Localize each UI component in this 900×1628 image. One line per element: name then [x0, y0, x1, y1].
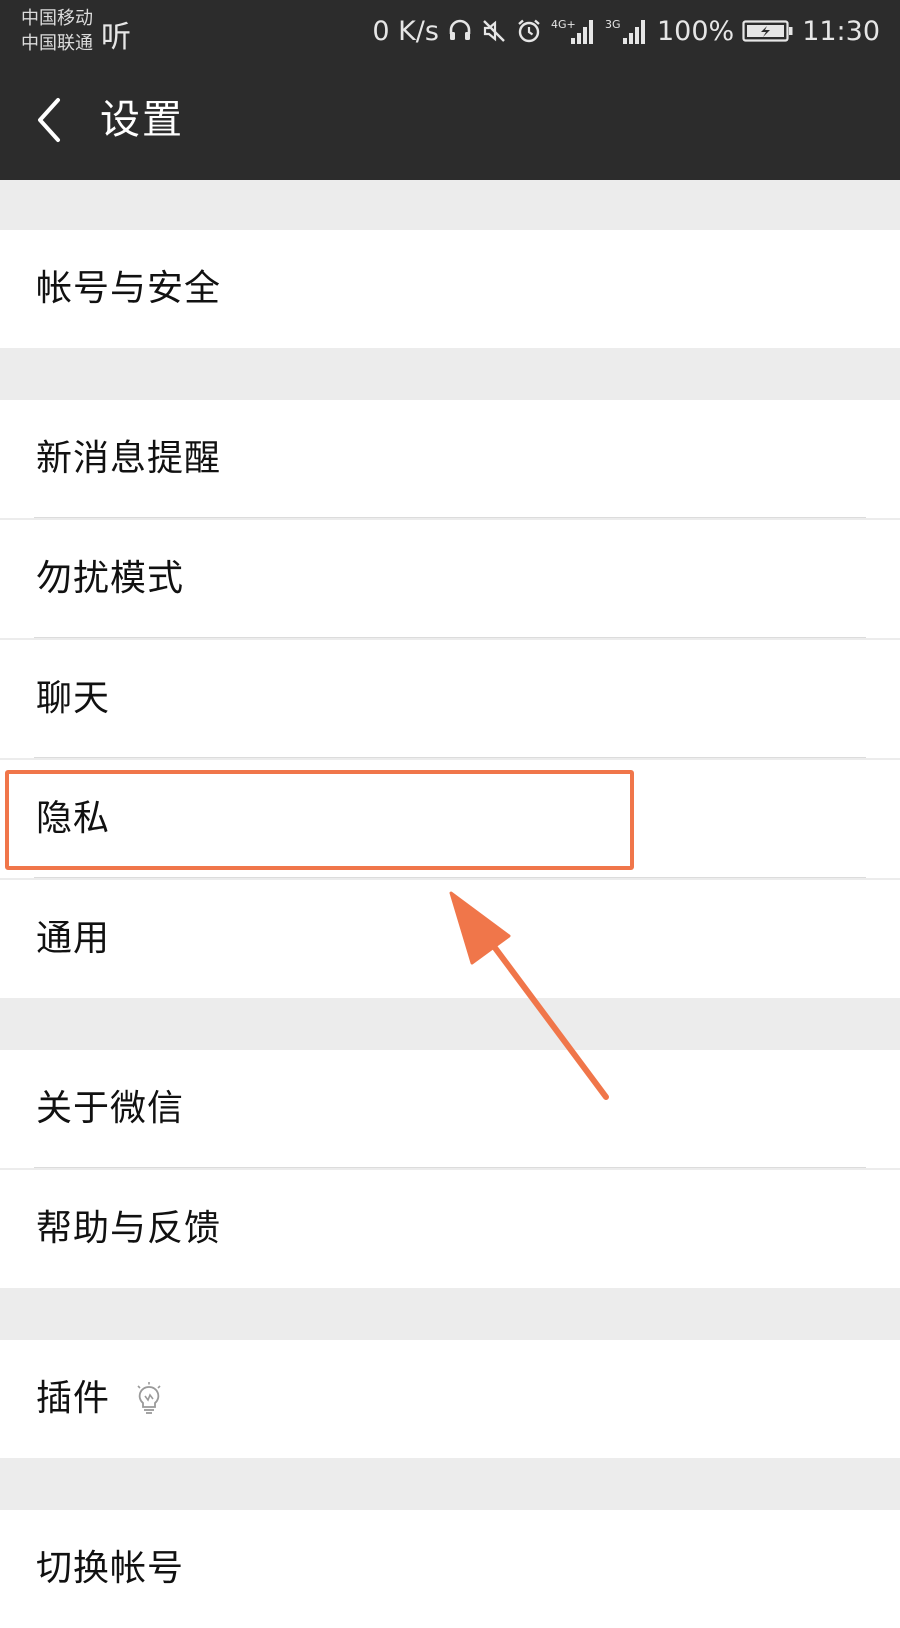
row-divider — [34, 517, 866, 518]
row-divider — [34, 1167, 866, 1168]
settings-item-general[interactable]: 通用 — [0, 880, 900, 998]
settings-item-account-security[interactable]: 帐号与安全 — [0, 230, 900, 348]
row-divider — [34, 877, 866, 878]
settings-item-label: 通用 — [36, 918, 111, 959]
net-4g-label: 4G+ — [551, 18, 576, 31]
nav-header: 设置 — [0, 62, 900, 180]
settings-item-label: 勿扰模式 — [36, 558, 185, 599]
settings-item-label: 关于微信 — [36, 1088, 185, 1129]
settings-item-about-wechat[interactable]: 关于微信 — [0, 1050, 900, 1168]
settings-item-do-not-disturb[interactable]: 勿扰模式 — [0, 520, 900, 638]
settings-item-label: 帮助与反馈 — [36, 1208, 222, 1249]
status-bar: 中国移动 中国联通 听 0 K/s 4G+ 3G 100% 11:30 — [0, 0, 900, 62]
listen-label: 听 — [101, 20, 131, 55]
settings-item-label: 切换帐号 — [36, 1548, 185, 1589]
settings-item-label: 隐私 — [36, 798, 111, 839]
signal-4g-icon: 4G+ — [551, 16, 597, 46]
row-divider — [34, 637, 866, 638]
carrier-info: 中国移动 中国联通 — [21, 6, 93, 56]
settings-item-plugins[interactable]: 插件 — [0, 1340, 900, 1458]
settings-item-privacy[interactable]: 隐私 — [0, 760, 900, 878]
settings-item-label: 插件 — [36, 1378, 111, 1419]
page-title: 设置 — [100, 97, 184, 143]
alarm-icon — [515, 17, 543, 45]
net-3g-label: 3G — [605, 18, 621, 31]
clock-time: 11:30 — [802, 15, 880, 47]
battery-percent: 100% — [656, 15, 735, 47]
settings-item-new-message-alert[interactable]: 新消息提醒 — [0, 400, 900, 518]
settings-item-switch-account[interactable]: 切换帐号 — [0, 1510, 900, 1628]
headset-icon — [447, 18, 473, 44]
chevron-left-icon[interactable] — [30, 92, 70, 148]
carrier-1: 中国移动 — [21, 8, 93, 29]
battery-charging-icon — [742, 18, 794, 44]
settings-item-help-feedback[interactable]: 帮助与反馈 — [0, 1170, 900, 1288]
row-divider — [34, 757, 866, 758]
settings-item-label: 聊天 — [36, 678, 111, 719]
settings-item-chat[interactable]: 聊天 — [0, 640, 900, 758]
settings-item-label: 新消息提醒 — [36, 438, 222, 479]
status-indicators: 0 K/s 4G+ 3G 100% 11:30 — [372, 10, 880, 52]
settings-item-label: 帐号与安全 — [36, 268, 222, 309]
carrier-2: 中国联通 — [21, 33, 93, 54]
signal-3g-icon: 3G — [605, 16, 649, 46]
net-speed: 0 K/s — [372, 15, 439, 47]
lightbulb-icon — [134, 1382, 164, 1416]
mute-icon — [481, 18, 507, 44]
